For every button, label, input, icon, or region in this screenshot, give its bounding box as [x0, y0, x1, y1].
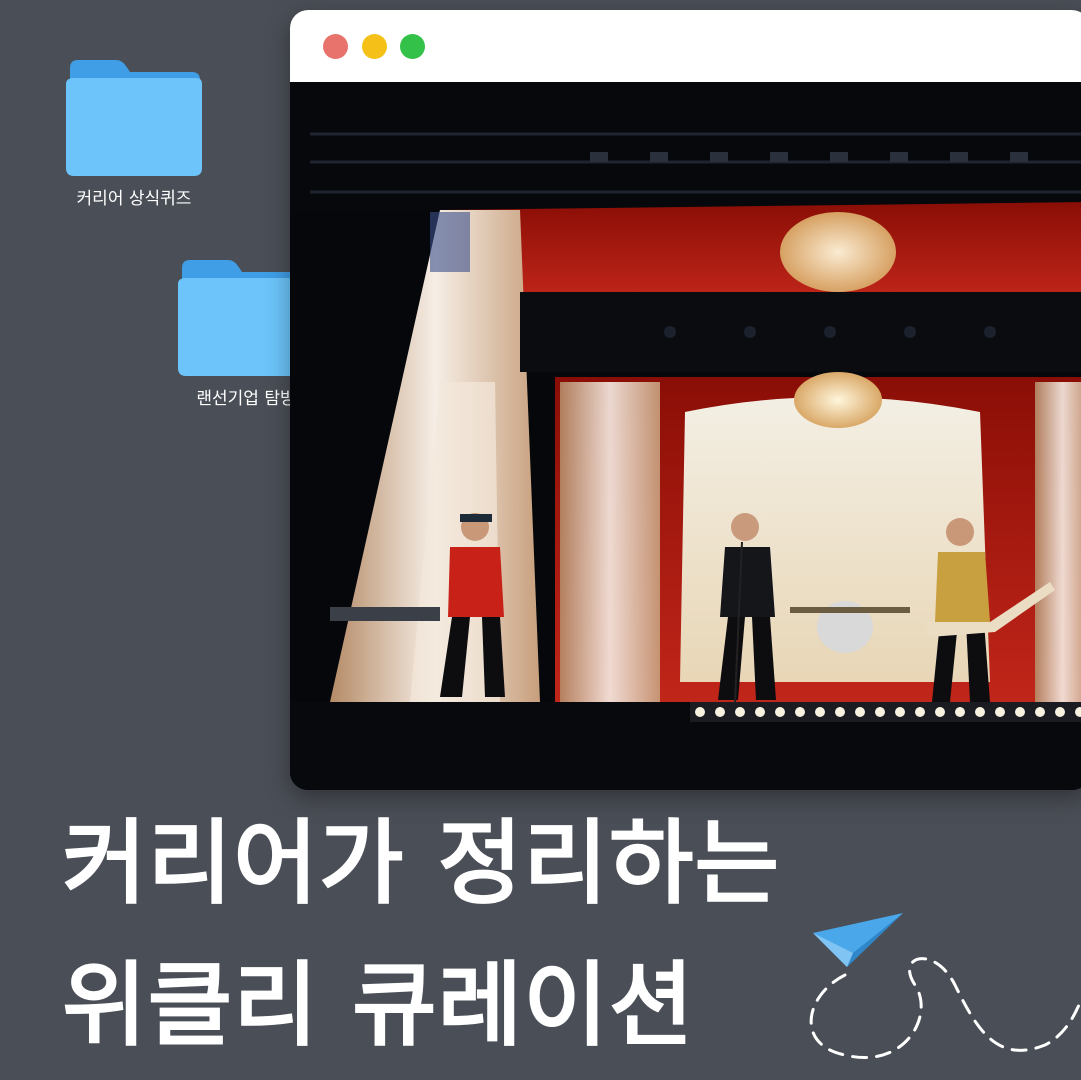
minimize-button[interactable] [362, 34, 387, 59]
paper-plane-icon [809, 913, 1081, 1059]
maximize-button[interactable] [400, 34, 425, 59]
folder-label: 커리어 상식퀴즈 [76, 189, 192, 209]
browser-window [290, 10, 1081, 790]
concert-photo [290, 82, 1081, 790]
headline-line-2: 위클리 큐레이션 [62, 952, 695, 1059]
folder-icon [66, 60, 202, 176]
close-button[interactable] [323, 34, 348, 59]
desktop-folder-career-quiz[interactable]: 커리어 상식퀴즈 [64, 58, 204, 209]
headline-line-1: 커리어가 정리하는 [62, 810, 781, 917]
browser-titlebar [290, 10, 1081, 82]
